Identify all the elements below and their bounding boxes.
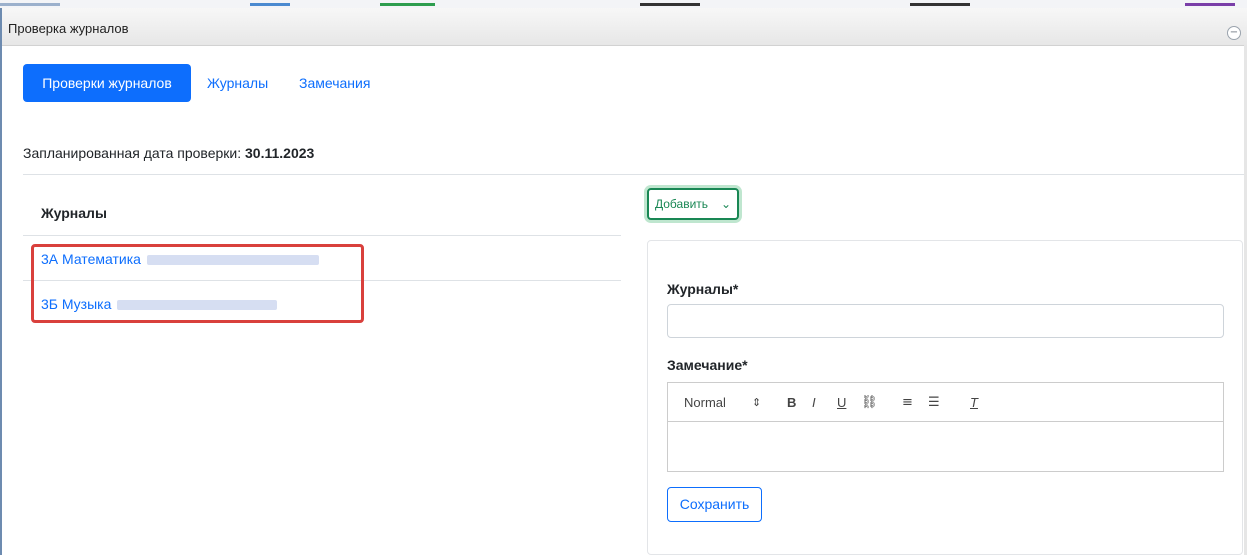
planned-date-label: Запланированная дата проверки: <box>23 145 245 161</box>
underline-icon[interactable]: U <box>837 383 846 423</box>
editor-toolbar: Normal ⇕ B I U ⛓ ≡ ☰ T <box>667 382 1224 422</box>
clear-format-icon[interactable]: T <box>970 383 978 423</box>
link-icon[interactable]: ⛓ <box>861 383 878 423</box>
planned-date-value: 30.11.2023 <box>245 145 315 161</box>
journals-heading: Журналы <box>41 205 107 221</box>
bullet-list-icon[interactable]: ☰ <box>928 383 940 423</box>
bold-icon[interactable]: B <box>787 383 796 423</box>
save-button[interactable]: Сохранить <box>667 487 762 522</box>
chevron-down-icon: ⌄ <box>720 197 731 211</box>
window-titlebar: Проверка журналов − <box>0 8 1247 46</box>
window-left-border <box>0 8 2 555</box>
tab-journals[interactable]: Журналы <box>207 64 268 102</box>
journals-input[interactable] <box>667 304 1224 338</box>
collapse-icon[interactable]: − <box>1227 26 1241 40</box>
ordered-list-icon[interactable]: ≡ <box>902 383 913 423</box>
add-button-label: Добавить <box>655 197 709 211</box>
add-dropdown-button[interactable]: Добавить ⌄ <box>647 188 739 220</box>
divider <box>23 174 1244 175</box>
tab-remarks[interactable]: Замечания <box>299 64 370 102</box>
italic-icon[interactable]: I <box>812 383 816 423</box>
select-arrows-icon: ⇕ <box>752 396 762 409</box>
divider <box>23 235 621 236</box>
remark-editor[interactable] <box>667 421 1224 472</box>
tab-journal-checks[interactable]: Проверки журналов <box>23 64 191 102</box>
format-select[interactable]: Normal <box>684 383 726 423</box>
remark-field-label: Замечание* <box>667 357 748 373</box>
planned-date-row: Запланированная дата проверки: 30.11.202… <box>23 145 314 161</box>
annotation-highlight-box <box>31 244 364 323</box>
window-title: Проверка журналов <box>8 21 129 36</box>
journals-field-label: Журналы* <box>667 281 739 297</box>
background-window-strip <box>0 0 1247 8</box>
